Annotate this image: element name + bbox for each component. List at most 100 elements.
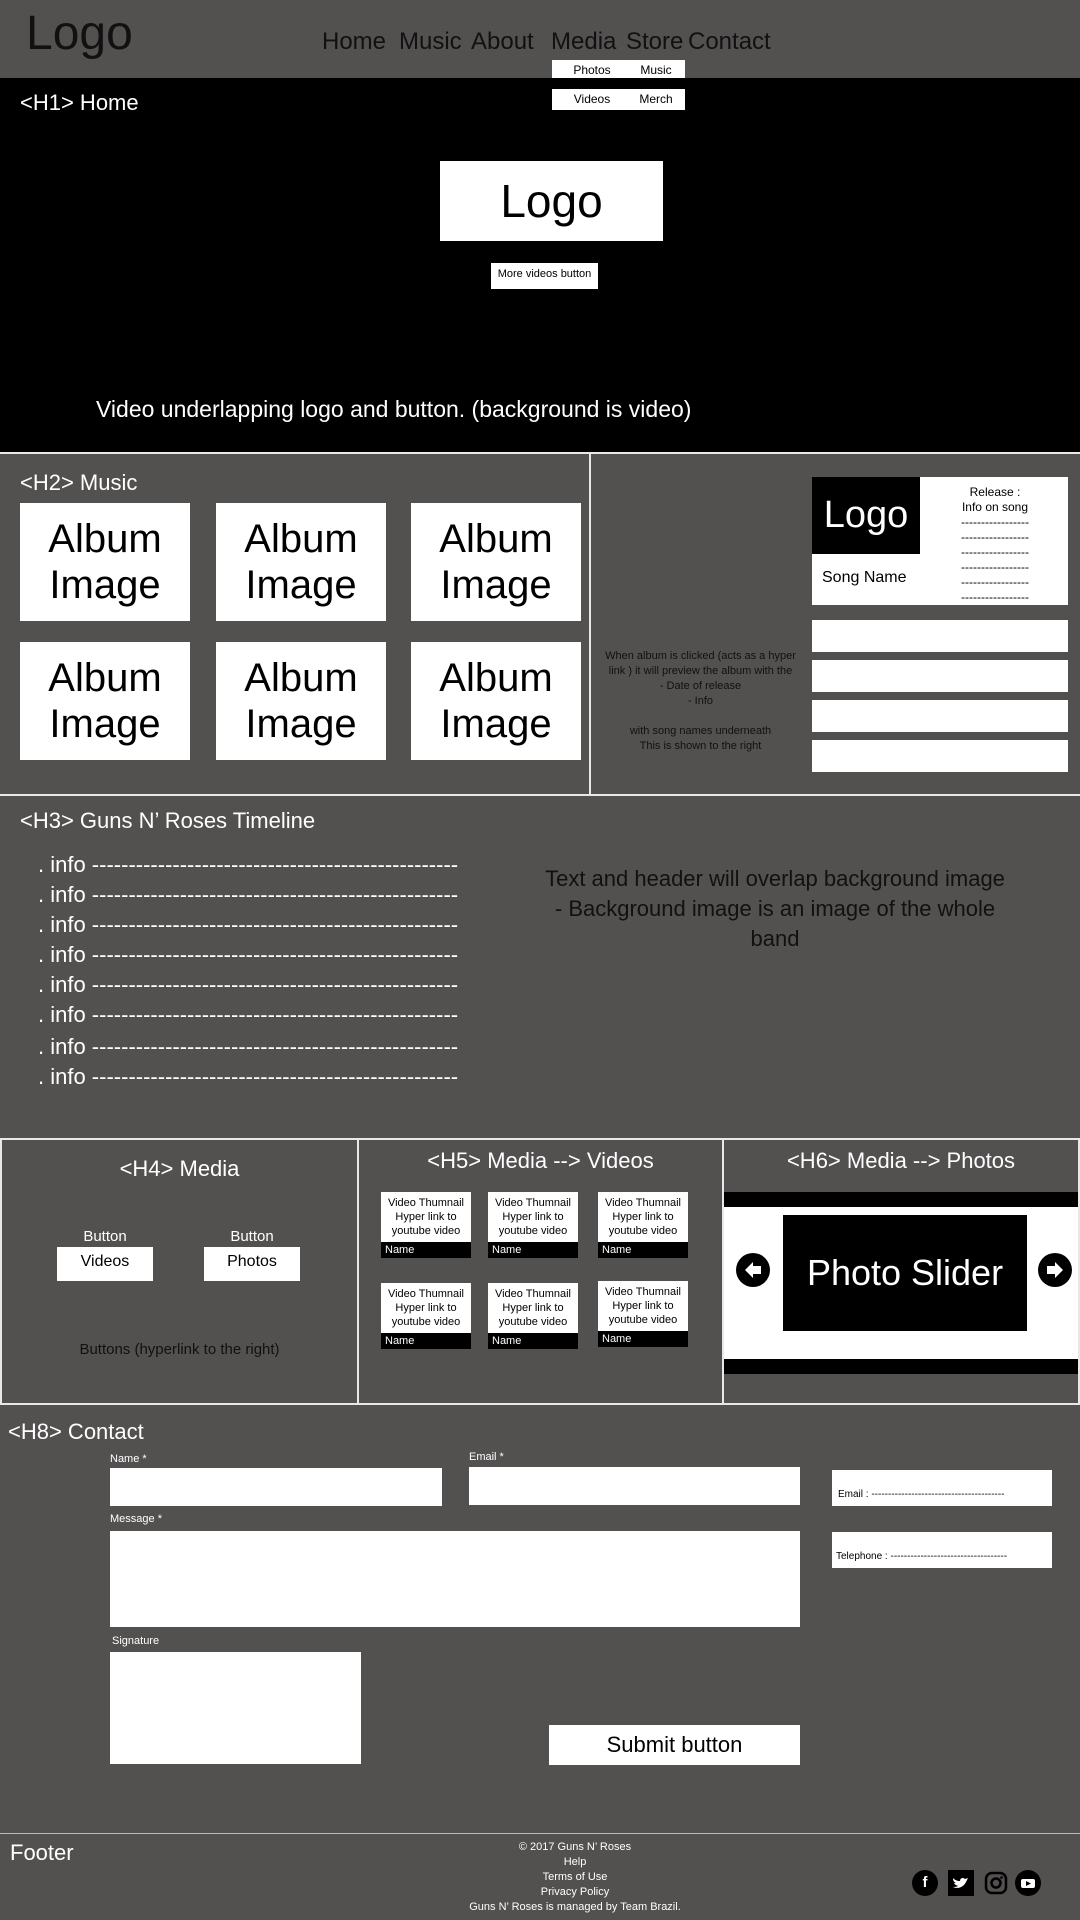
album-preview-note: When album is clicked (acts as a hyper l…	[597, 649, 804, 754]
signature-field[interactable]	[110, 1652, 361, 1764]
nav-music[interactable]: Music	[399, 28, 462, 56]
preview-dash: -----------------	[961, 575, 1029, 589]
videos-button-caption: Button	[83, 1228, 127, 1245]
videos-button[interactable]: Videos	[57, 1247, 153, 1281]
photo-slider-frame: Photo Slider	[724, 1192, 1078, 1374]
help-link[interactable]: Help	[440, 1855, 710, 1870]
video-thumbnail[interactable]: Video Thumnail Hyper link to youtube video…	[381, 1192, 471, 1258]
facebook-icon[interactable]: f	[912, 1870, 938, 1896]
hero-caption: Video underlapping logo and button. (bac…	[96, 396, 692, 422]
album-label: Album	[439, 517, 553, 561]
videos-panel: <H5> Media --> Videos Video Thumnail Hype…	[359, 1140, 722, 1403]
nav-media-videos-overlay[interactable]: Videos	[552, 89, 632, 110]
contact-email-info: Email : --------------------------------…	[832, 1470, 1052, 1506]
video-thumbnail[interactable]: Video Thumnail Hyper link to youtube video…	[488, 1192, 578, 1258]
videos-heading: <H5> Media --> Videos	[427, 1148, 654, 1173]
video-thumbnail[interactable]: Video Thumnail Hyper link to youtube video…	[598, 1281, 688, 1347]
photos-button-caption: Button	[230, 1228, 274, 1245]
album-image[interactable]: Album Image	[411, 503, 581, 621]
preview-song-name: Song Name	[822, 569, 907, 586]
camera-icon	[984, 1871, 1008, 1895]
timeline-item: . info ---------------------------------…	[38, 912, 459, 937]
photos-panel: <H6> Media --> Photos Photo Slider	[724, 1140, 1078, 1403]
preview-dash: -----------------	[961, 545, 1029, 559]
timeline-item: . info ---------------------------------…	[38, 942, 459, 967]
album-label: Image	[49, 563, 161, 607]
email-field[interactable]	[469, 1467, 800, 1505]
overlay-line: band	[750, 926, 800, 951]
name-field[interactable]	[110, 1468, 442, 1506]
name-label: Name *	[110, 1453, 147, 1465]
timeline-item: . info ---------------------------------…	[38, 1002, 459, 1027]
contact-section: <H8> Contact Name * Email * Message * Si…	[0, 1405, 1080, 1833]
preview-release: Release :	[969, 485, 1021, 499]
note-line: This is shown to the right	[639, 740, 762, 752]
song-row[interactable]	[812, 740, 1068, 772]
slider-next-icon[interactable]	[1038, 1253, 1072, 1287]
album-label: Album	[244, 656, 358, 700]
video-thumbnail[interactable]: Video Thumnail Hyper link to youtube video…	[381, 1283, 471, 1349]
bird-icon	[953, 1877, 968, 1888]
album-image[interactable]: Album Image	[20, 642, 190, 760]
album-image[interactable]: Album Image	[20, 503, 190, 621]
album-image[interactable]: Album Image	[411, 642, 581, 760]
timeline-section: <H3> Guns N’ Roses Timeline . info -----…	[0, 796, 1080, 1138]
divider-music-top	[0, 452, 1080, 454]
video-thumbnail[interactable]: Video Thumnail Hyper link to youtube video…	[488, 1283, 578, 1349]
preview-logo: Logo	[812, 477, 920, 554]
submit-button[interactable]: Submit button	[549, 1725, 800, 1765]
message-label: Message *	[110, 1513, 162, 1525]
instagram-icon[interactable]	[983, 1870, 1009, 1896]
overlay-line: Text and header will overlap background …	[545, 866, 1005, 891]
album-image[interactable]: Album Image	[216, 642, 386, 760]
video-thumbnail[interactable]: Video Thumnail Hyper link to youtube video…	[598, 1192, 688, 1258]
nav-store[interactable]: Store	[626, 28, 683, 56]
hero-heading: <H1> Home	[20, 90, 139, 115]
slider-bottom-bar	[724, 1359, 1078, 1374]
photos-button[interactable]: Photos	[204, 1247, 300, 1281]
thumb-text: Video Thumnail	[387, 1197, 465, 1209]
message-field[interactable]	[110, 1531, 800, 1627]
album-image[interactable]: Album Image	[216, 503, 386, 621]
more-videos-button[interactable]: More videos button	[491, 263, 598, 289]
thumb-text: youtube video	[498, 1316, 568, 1328]
album-label: Image	[245, 702, 357, 746]
album-label: Album	[48, 517, 162, 561]
album-label: Album	[244, 517, 358, 561]
media-buttons-panel: <H4> Media Button Button Videos Photos B…	[2, 1140, 357, 1403]
twitter-icon[interactable]	[948, 1870, 974, 1896]
timeline-item: . info ---------------------------------…	[38, 972, 459, 997]
song-row[interactable]	[812, 620, 1068, 652]
signature-label: Signature	[112, 1635, 160, 1647]
thumb-text: youtube video	[608, 1314, 678, 1326]
note-spacer	[597, 709, 804, 724]
thumb-text: Hyper link to	[502, 1211, 564, 1223]
song-row[interactable]	[812, 660, 1068, 692]
note-line: with song names underneath	[629, 725, 772, 737]
thumb-name: Name	[381, 1333, 471, 1349]
preview-dash: -----------------	[961, 590, 1029, 604]
contact-heading: <H8> Contact	[8, 1419, 144, 1444]
nav-media[interactable]: Media	[551, 28, 616, 56]
thumb-text: Video Thumnail	[387, 1288, 465, 1300]
nav-home[interactable]: Home	[322, 28, 386, 56]
thumb-text: youtube video	[391, 1225, 461, 1237]
terms-link[interactable]: Terms of Use	[440, 1870, 710, 1885]
note-line: - Info	[687, 695, 714, 707]
album-preview-card: Logo Song Name Release : Info on song --…	[812, 477, 1068, 605]
photo-slider[interactable]: Photo Slider	[783, 1215, 1027, 1331]
contact-telephone-info: Telephone : ----------------------------…	[832, 1532, 1052, 1568]
nav-contact[interactable]: Contact	[688, 28, 771, 56]
site-header: Logo Home Music About Media Store Contac…	[0, 0, 1080, 81]
youtube-icon[interactable]	[1015, 1870, 1041, 1896]
arrow-left-icon	[745, 1262, 761, 1278]
thumb-text: Video Thumnail	[494, 1288, 572, 1300]
thumb-text: Video Thumnail	[604, 1197, 682, 1209]
privacy-link[interactable]: Privacy Policy	[440, 1885, 710, 1900]
nav-about[interactable]: About	[471, 28, 534, 56]
hero-section: <H1> Home Logo More videos button Video …	[0, 78, 1080, 452]
song-row[interactable]	[812, 700, 1068, 732]
slider-prev-icon[interactable]	[736, 1253, 770, 1287]
header-logo[interactable]: Logo	[26, 6, 133, 61]
nav-store-merch-overlay[interactable]: Merch	[627, 89, 685, 110]
